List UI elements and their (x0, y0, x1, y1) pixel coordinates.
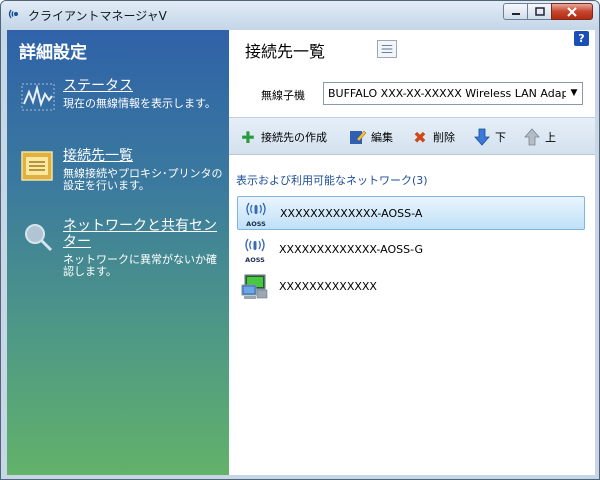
window-title: クライアントマネージャV (28, 9, 167, 23)
maximize-button[interactable] (527, 3, 552, 20)
adapter-select-value: BUFFALO XXX-XX-XXXXX Wireless LAN Adapte… (328, 87, 583, 100)
nav-desc-status: 現在の無線情報を表示します。 (63, 97, 216, 110)
magnifier-icon (25, 224, 53, 252)
network-name: XXXXXXXXXXXXX (279, 280, 377, 293)
plus-icon: ✚ (241, 127, 255, 147)
minimize-button[interactable] (503, 3, 528, 20)
minimize-icon (511, 12, 520, 15)
network-computer-icon (241, 274, 268, 299)
aoss-badge: AOSS (245, 256, 265, 264)
nav-label-status[interactable]: ステータス (63, 78, 219, 94)
help-button[interactable]: ? (574, 31, 589, 46)
nav-item-status[interactable]: ステータス 現在の無線情報を表示します。 (21, 78, 221, 128)
create-label: 接続先の作成 (261, 131, 327, 144)
left-panel: 詳細設定 ステータス 現在の無線情報を表示します。 接続先一覧 無線接続やプロキ… (7, 30, 229, 475)
delete-x-icon: ✖ (413, 127, 427, 147)
title-bar[interactable]: クライアントマネージャV (1, 1, 599, 29)
edit-label: 編集 (371, 131, 393, 144)
move-down-button[interactable]: 下 (473, 128, 506, 146)
maximize-icon (534, 7, 545, 16)
nav-label-network-center[interactable]: ネットワークと共有センター (63, 218, 219, 250)
list-view-icon[interactable] (377, 40, 397, 58)
create-button[interactable]: ✚ 接続先の作成 (239, 127, 327, 147)
connection-list-icon (21, 151, 53, 181)
nav-label-connection-list[interactable]: 接続先一覧 (63, 148, 219, 164)
left-panel-title: 詳細設定 (19, 43, 87, 63)
aoss-badge: AOSS (246, 220, 266, 228)
delete-label: 削除 (433, 131, 455, 144)
adapter-select[interactable]: BUFFALO XXX-XX-XXXXX Wireless LAN Adapte… (323, 82, 583, 105)
app-window: クライアントマネージャV 詳細設定 ステータス 現在の無線情報を表示します。 接… (0, 0, 600, 480)
nav-item-network-center[interactable]: ネットワークと共有センター ネットワークに異常がないか確認します。 (21, 218, 221, 282)
nav-desc-network-center: ネットワークに異常がないか確認します。 (63, 253, 217, 278)
nav-desc-connection-list: 無線接続やプロキシ･プリンタの設定を行います。 (63, 167, 223, 192)
edit-icon (350, 130, 367, 144)
arrow-up-icon (524, 128, 540, 146)
adapter-label: 無線子機 (261, 89, 305, 102)
nav-item-connection-list[interactable]: 接続先一覧 無線接続やプロキシ･プリンタの設定を行います。 (21, 148, 223, 198)
chevron-down-icon[interactable]: ▼ (566, 83, 582, 104)
move-up-button[interactable]: 上 (523, 128, 556, 146)
network-row[interactable]: AOSS XXXXXXXXXXXXX-AOSS-G (237, 233, 585, 267)
network-section-title: 表示および利用可能なネットワーク(3) (236, 174, 428, 187)
move-up-label: 上 (545, 131, 556, 144)
network-name: XXXXXXXXXXXXX-AOSS-A (280, 207, 423, 220)
arrow-down-icon (474, 128, 490, 146)
close-button[interactable] (551, 3, 593, 20)
network-name: XXXXXXXXXXXXX-AOSS-G (279, 243, 423, 256)
edit-button[interactable]: 編集 (349, 128, 393, 146)
network-row[interactable]: AOSS XXXXXXXXXXXXX-AOSS-A (237, 196, 585, 230)
aoss-wireless-icon: AOSS (246, 202, 266, 228)
close-icon (567, 6, 577, 17)
aoss-wireless-icon: AOSS (245, 238, 265, 264)
wireless-app-icon (8, 9, 18, 19)
status-wave-icon (21, 83, 55, 111)
toolbar: ✚ 接続先の作成 編集 ✖ 削除 下 上 (229, 117, 595, 155)
move-down-label: 下 (495, 131, 506, 144)
page-title: 接続先一覧 (245, 42, 326, 61)
network-row[interactable]: XXXXXXXXXXXXX (237, 270, 585, 304)
delete-button[interactable]: ✖ 削除 (411, 127, 455, 147)
right-panel: ? 接続先一覧 無線子機 BUFFALO XXX-XX-XXXXX Wirele… (229, 30, 595, 475)
